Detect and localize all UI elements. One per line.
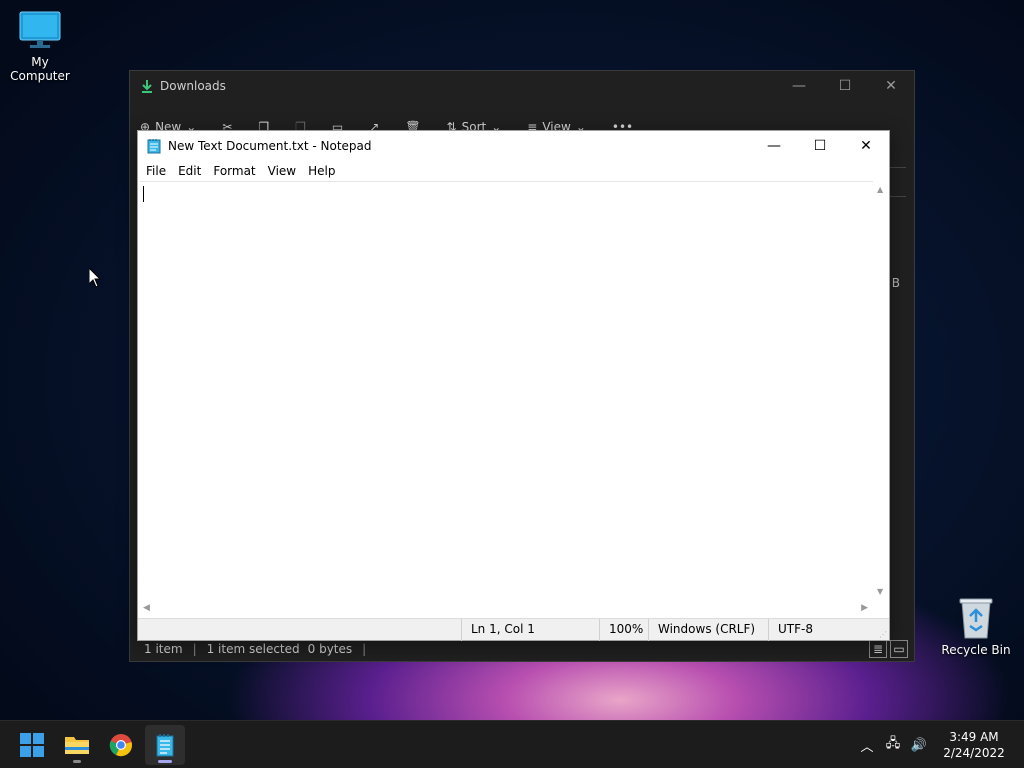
desktop-icon-my-computer[interactable]: My Computer [0,10,80,83]
menu-format[interactable]: Format [207,164,261,178]
tiles-view-icon[interactable]: ▭ [890,640,908,658]
monitor-icon [19,11,61,48]
scroll-down-icon[interactable]: ▼ [877,587,883,596]
system-tray: ︿ 🖧 🔊 3:49 AM 2/24/2022 [854,721,1024,768]
scroll-left-icon[interactable]: ◀ [143,603,150,613]
start-button[interactable] [12,725,52,765]
details-view-icon[interactable]: ≣ [869,640,887,658]
recycle-bin-icon [959,598,993,639]
desktop-icon-label: My Computer [10,55,70,83]
chrome-icon [109,734,132,757]
text-editor-area[interactable] [140,181,873,600]
cursor-position: Ln 1, Col 1 [461,619,535,641]
item-count: 1 item [144,642,183,656]
taskbar: ︿ 🖧 🔊 3:49 AM 2/24/2022 [0,720,1024,768]
notepad-window[interactable]: New Text Document.txt - Notepad — ☐ ✕ Fi… [137,130,890,641]
vertical-scrollbar[interactable]: ▲ ▼ [873,181,889,600]
notepad-status-bar: Ln 1, Col 1 100% Windows (CRLF) UTF-8 ⋰ [138,618,889,641]
clock-time: 3:49 AM [949,730,999,744]
notepad-icon [156,734,174,757]
clock-date: 2/24/2022 [943,746,1005,760]
notepad-title: New Text Document.txt - Notepad [168,139,372,153]
menu-file[interactable]: File [140,164,172,178]
notepad-menu-bar: File Edit Format View Help [138,161,889,181]
taskbar-chrome[interactable] [101,725,141,765]
horizontal-scrollbar[interactable]: ◀ ▶ [138,600,873,618]
scroll-up-icon[interactable]: ▲ [877,185,883,194]
explorer-size-fragment: B [891,276,900,290]
taskbar-notepad[interactable] [145,725,185,765]
volume-icon[interactable]: 🔊 [906,738,932,753]
menu-view[interactable]: View [262,164,302,178]
download-arrow-icon [142,80,152,93]
text-caret [143,186,144,202]
selection-size: 0 bytes [307,642,353,656]
file-explorer-icon [65,737,89,754]
clock[interactable]: 3:49 AM 2/24/2022 [932,729,1016,761]
notepad-app-icon [147,139,161,154]
explorer-close-button[interactable]: ✕ [868,71,914,101]
desktop-icon-recycle-bin[interactable]: Recycle Bin [935,596,1017,657]
menu-help[interactable]: Help [302,164,341,178]
menu-edit[interactable]: Edit [172,164,207,178]
notepad-minimize-button[interactable]: — [751,131,797,161]
start-icon [20,733,44,757]
mouse-cursor-icon [89,268,101,288]
encoding: UTF-8 [768,619,813,641]
chevron-up-icon[interactable]: ︿ [854,736,880,755]
line-ending: Windows (CRLF) [648,619,755,641]
resize-grip-icon[interactable]: ⋰ [879,630,887,639]
zoom-level: 100% [599,619,643,641]
taskbar-file-explorer[interactable] [57,725,97,765]
desktop-icon-label: Recycle Bin [941,643,1011,657]
notepad-close-button[interactable]: ✕ [843,131,889,161]
explorer-search-box-fragment[interactable] [888,167,906,197]
network-icon[interactable]: 🖧 [880,734,906,756]
explorer-maximize-button[interactable]: ☐ [822,71,868,101]
selection-info: 1 item selected [206,642,300,656]
running-indicator [73,760,81,763]
scroll-right-icon[interactable]: ▶ [861,603,868,613]
explorer-minimize-button[interactable]: — [776,71,822,101]
active-indicator [158,760,172,763]
explorer-title: Downloads [160,79,226,93]
notepad-maximize-button[interactable]: ☐ [797,131,843,161]
